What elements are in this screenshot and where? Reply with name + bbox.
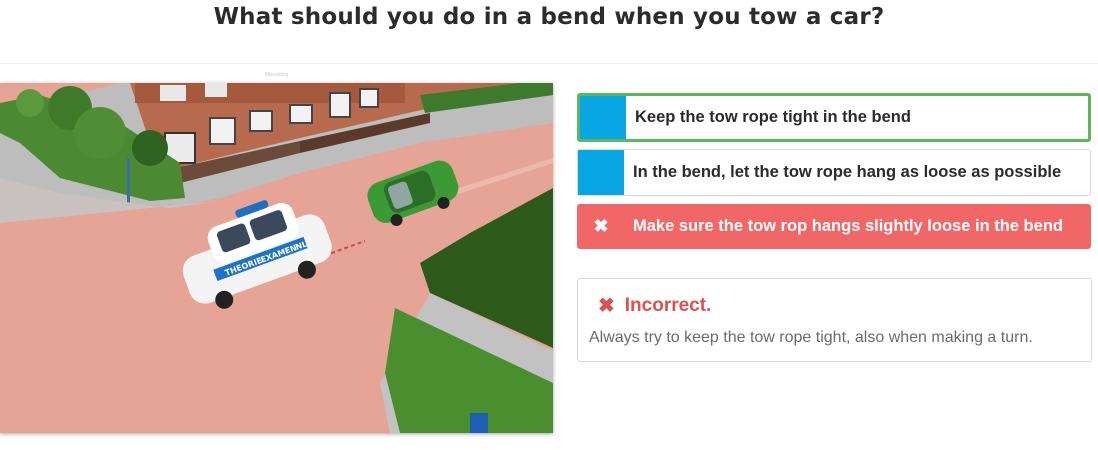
incorrect-icon: ✖ (598, 295, 615, 317)
question-image: THEORIE EXAMEN .NL (0, 83, 553, 433)
answer-option-2[interactable]: In the bend, let the tow rope hang as lo… (577, 149, 1091, 196)
feedback-panel: ✖ Incorrect. Always try to keep the tow … (577, 278, 1092, 362)
answer-label-1: Keep the tow rope tight in the bend (635, 108, 911, 126)
answer-label-2: In the bend, let the tow rope hang as lo… (633, 163, 1062, 181)
answer-marker-1 (580, 96, 626, 139)
answer-label-3: Make sure the tow rop hangs slightly loo… (633, 217, 1063, 235)
wrong-mark-icon: ✖ (578, 205, 624, 248)
image-caption: Afbeelding (264, 72, 289, 78)
question-title: What should you do in a bend when you to… (213, 4, 885, 30)
title-divider (0, 63, 1098, 64)
feedback-title: Incorrect. (624, 294, 712, 316)
answer-option-3[interactable]: ✖ Make sure the tow rop hangs slightly l… (577, 204, 1091, 249)
answer-marker-2 (578, 150, 624, 195)
answer-option-1[interactable]: Keep the tow rope tight in the bend (577, 93, 1091, 142)
feedback-header: ✖ Incorrect. (598, 293, 711, 318)
feedback-explanation: Always try to keep the tow rope tight, a… (589, 329, 1033, 346)
answer-list: Keep the tow rope tight in the bend In t… (577, 93, 1091, 256)
